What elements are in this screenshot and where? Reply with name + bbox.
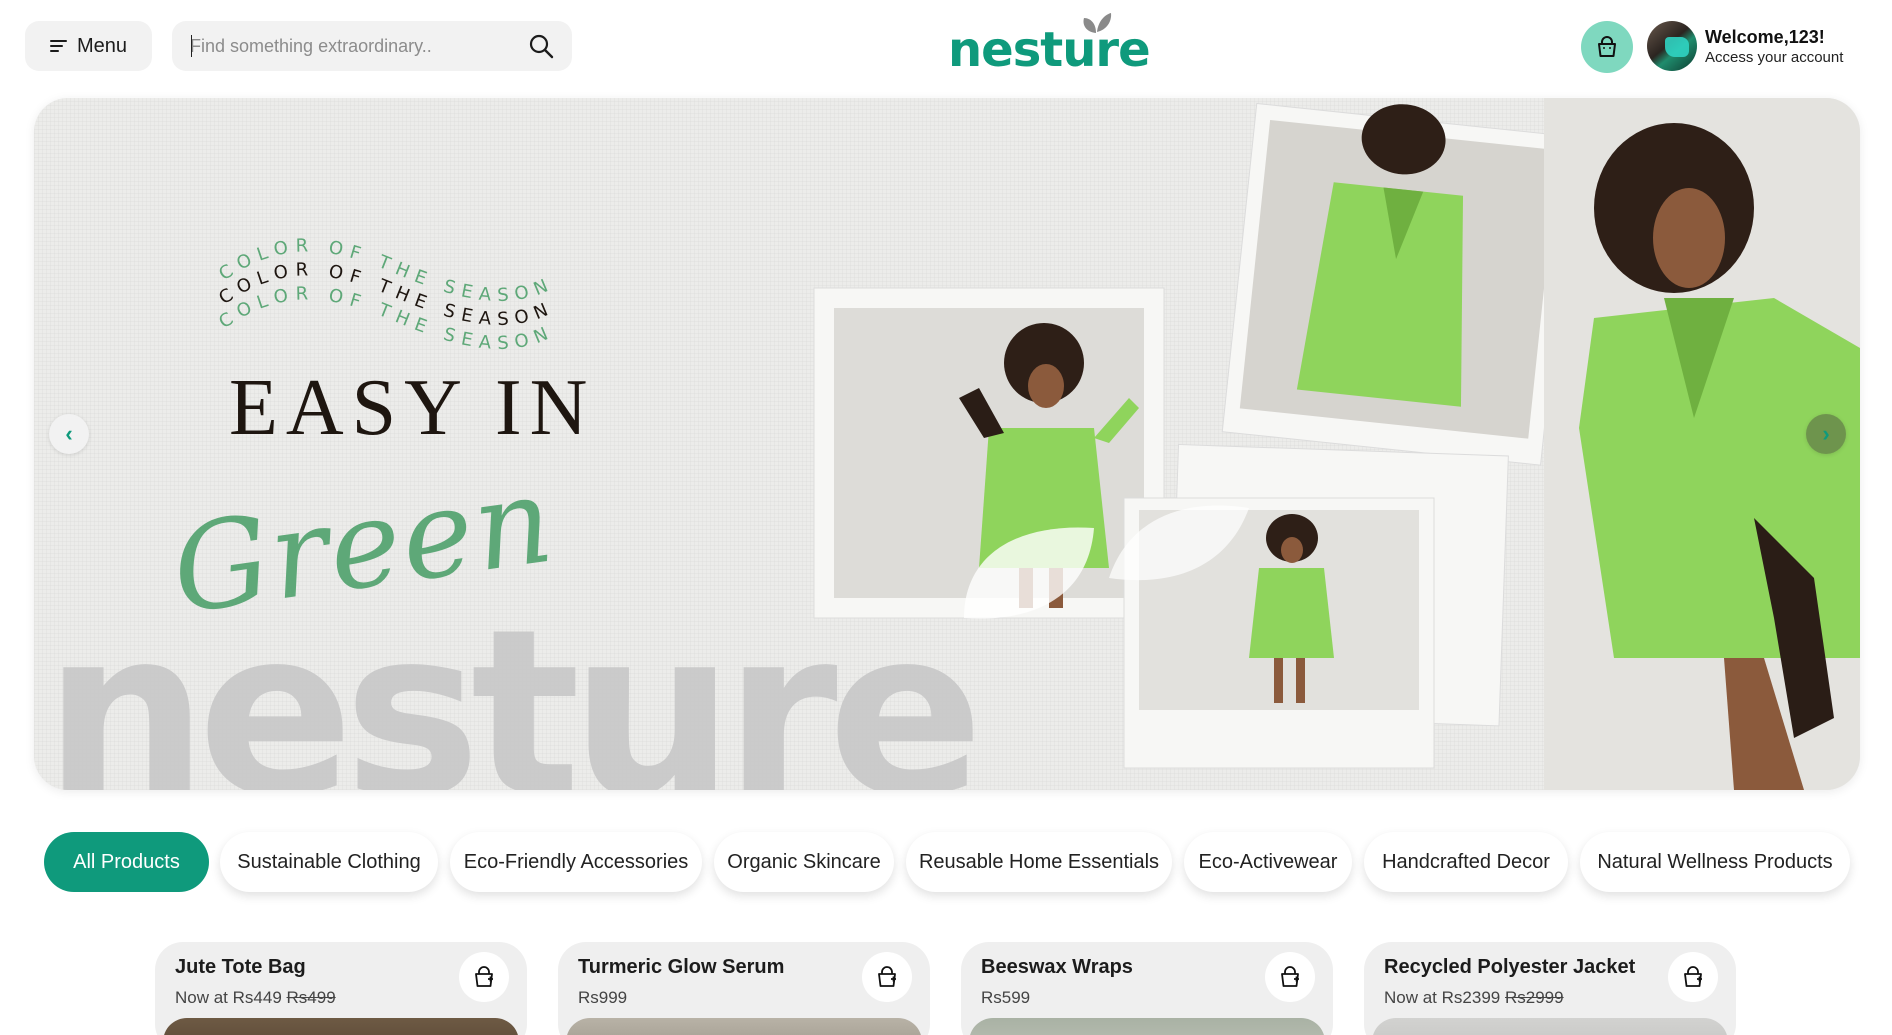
category-sustainable-clothing[interactable]: Sustainable Clothing bbox=[220, 832, 438, 892]
category-all-products[interactable]: All Products bbox=[44, 832, 209, 892]
search-bar[interactable] bbox=[172, 21, 572, 71]
hamburger-icon bbox=[49, 40, 67, 52]
product-card[interactable]: Turmeric Glow Serum Rs999 bbox=[558, 942, 930, 1035]
cart-button[interactable] bbox=[1581, 21, 1633, 73]
product-image[interactable] bbox=[969, 1018, 1325, 1035]
category-reusable-home-essentials[interactable]: Reusable Home Essentials bbox=[906, 832, 1172, 892]
category-eco-activewear[interactable]: Eco-Activewear bbox=[1184, 832, 1352, 892]
product-image[interactable] bbox=[163, 1018, 519, 1035]
product-price: Now at Rs449 Rs499 bbox=[175, 988, 336, 1007]
chevron-left-icon: ‹ bbox=[65, 421, 73, 446]
category-natural-wellness-products[interactable]: Natural Wellness Products bbox=[1580, 832, 1850, 892]
category-organic-skincare[interactable]: Organic Skincare bbox=[714, 832, 894, 892]
top-header: Menu nesture Welcome,123! Access your ac… bbox=[0, 0, 1892, 92]
account-subtitle: Access your account bbox=[1705, 49, 1844, 66]
product-name: Beeswax Wraps bbox=[981, 956, 1133, 978]
add-to-cart-icon bbox=[475, 966, 493, 987]
product-old-price: Rs2999 bbox=[1505, 988, 1564, 1007]
carousel-prev-button[interactable]: ‹ bbox=[49, 414, 89, 454]
user-avatar[interactable] bbox=[1647, 21, 1697, 71]
add-to-cart-button[interactable] bbox=[862, 952, 912, 1002]
product-card[interactable]: Beeswax Wraps Rs599 bbox=[961, 942, 1333, 1035]
add-to-cart-button[interactable] bbox=[459, 952, 509, 1002]
hero-watermark: nesture bbox=[44, 581, 984, 791]
product-price: Rs599 bbox=[981, 988, 1031, 1007]
product-old-price: Rs499 bbox=[286, 988, 336, 1007]
text-cursor bbox=[191, 35, 192, 57]
product-price: Now at Rs2399 Rs2999 bbox=[1384, 988, 1564, 1007]
logo-text: nesture bbox=[948, 22, 1151, 78]
shopping-bag-icon bbox=[1598, 36, 1616, 57]
add-to-cart-icon bbox=[1281, 966, 1299, 987]
add-to-cart-icon bbox=[1684, 966, 1702, 987]
hero-headline: EASY IN bbox=[229, 364, 596, 452]
product-card[interactable]: Jute Tote Bag Now at Rs449 Rs499 bbox=[155, 942, 527, 1035]
brand-logo[interactable]: nesture bbox=[948, 10, 1151, 78]
product-image[interactable] bbox=[566, 1018, 922, 1035]
product-name: Recycled Polyester Jacket bbox=[1384, 956, 1636, 978]
search-input[interactable] bbox=[190, 21, 510, 71]
menu-label: Menu bbox=[76, 34, 128, 57]
product-name: Turmeric Glow Serum bbox=[578, 956, 785, 978]
leaf-icon bbox=[1083, 13, 1112, 33]
account-link[interactable]: Welcome,123! Access your account bbox=[1705, 26, 1843, 68]
carousel-next-button[interactable]: › bbox=[1806, 414, 1846, 454]
search-icon[interactable] bbox=[528, 33, 554, 59]
product-price: Rs999 bbox=[578, 988, 628, 1007]
product-card[interactable]: Recycled Polyester Jacket Now at Rs2399 … bbox=[1364, 942, 1736, 1035]
product-name: Jute Tote Bag bbox=[175, 956, 306, 978]
add-to-cart-button[interactable] bbox=[1265, 952, 1315, 1002]
welcome-text: Welcome,123! bbox=[1705, 27, 1825, 47]
add-to-cart-button[interactable] bbox=[1668, 952, 1718, 1002]
menu-button[interactable]: Menu bbox=[25, 21, 152, 71]
category-eco-friendly-accessories[interactable]: Eco-Friendly Accessories bbox=[450, 832, 702, 892]
category-handcrafted-decor[interactable]: Handcrafted Decor bbox=[1364, 832, 1568, 892]
hero-banner[interactable]: COLOR OF THE SEASON COLOR OF THE SEASON … bbox=[34, 98, 1860, 790]
product-image[interactable] bbox=[1372, 1018, 1728, 1035]
add-to-cart-icon bbox=[878, 966, 896, 987]
chevron-right-icon: › bbox=[1822, 421, 1830, 446]
